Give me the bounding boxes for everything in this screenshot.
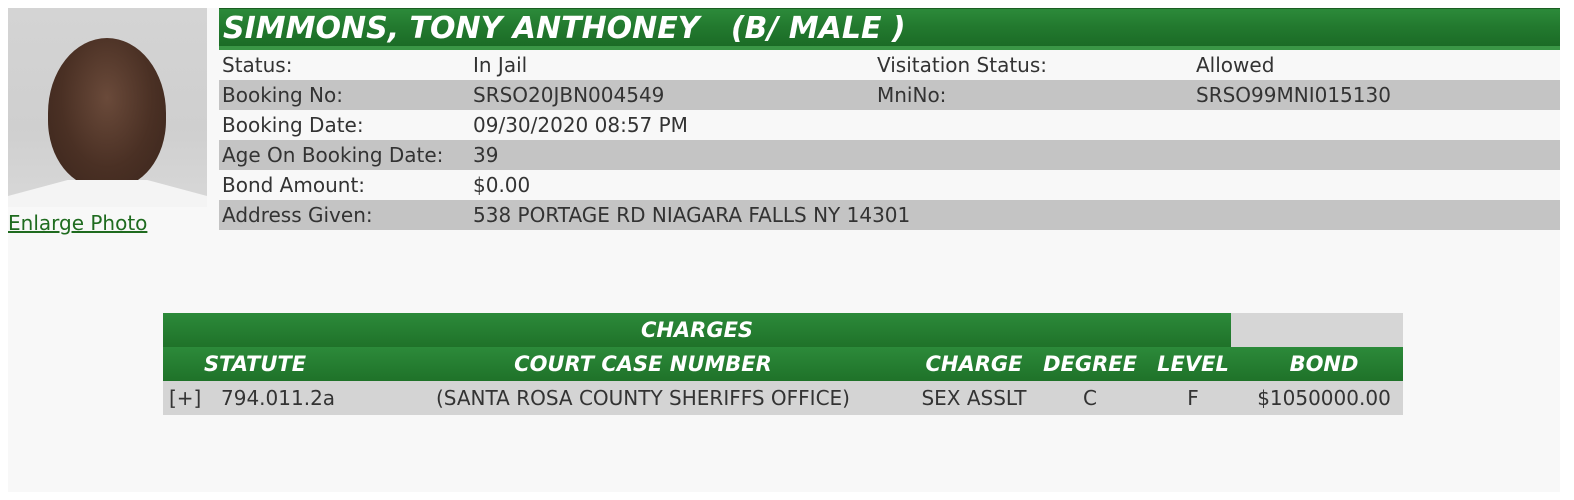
detail-row-status: Status: In Jail Visitation Status: Allow… xyxy=(219,50,1560,80)
details-panel: SIMMONS, TONY ANTHONEY (B/ MALE ) Status… xyxy=(219,8,1560,230)
bond-amount-label: Bond Amount: xyxy=(222,173,366,197)
detail-row-address: Address Given: 538 PORTAGE RD NIAGARA FA… xyxy=(219,200,1560,230)
mnino-label: MniNo: xyxy=(877,83,947,107)
booking-date-value: 09/30/2020 08:57 PM xyxy=(473,113,688,137)
status-label: Status: xyxy=(222,53,293,77)
expand-charge-toggle[interactable]: [+] xyxy=(163,386,221,410)
level-column-header: LEVEL xyxy=(1157,352,1229,376)
age-value: 39 xyxy=(473,143,499,167)
charge-cell: SEX ASSLT xyxy=(921,386,1027,410)
level-cell: F xyxy=(1187,386,1199,410)
age-label: Age On Booking Date: xyxy=(222,143,444,167)
degree-cell: C xyxy=(1083,386,1097,410)
court-case-cell: (SANTA ROSA COUNTY SHERIFFS OFFICE) xyxy=(436,386,850,410)
charges-title-spacer xyxy=(1231,313,1403,347)
visitation-value: Allowed xyxy=(1196,53,1275,77)
enlarge-photo-link[interactable]: Enlarge Photo xyxy=(8,211,147,235)
address-label: Address Given: xyxy=(222,203,373,227)
charges-title-row: CHARGES xyxy=(163,313,1403,347)
detail-row-booking-date: Booking Date: 09/30/2020 08:57 PM xyxy=(219,110,1560,140)
table-row: [+] 794.011.2a (SANTA ROSA COUNTY SHERIF… xyxy=(163,381,1403,415)
photo-panel: Enlarge Photo xyxy=(8,8,208,235)
degree-column-header: DEGREE xyxy=(1043,352,1137,376)
mugshot-photo[interactable] xyxy=(8,8,207,207)
court-case-column-header: COURT CASE NUMBER xyxy=(514,352,772,376)
bond-column-header: BOND xyxy=(1289,352,1359,376)
mnino-value: SRSO99MNI015130 xyxy=(1196,83,1391,107)
mugshot-head xyxy=(48,38,166,188)
booking-no-label: Booking No: xyxy=(222,83,343,107)
bond-amount-value: $0.00 xyxy=(473,173,531,197)
name-header: SIMMONS, TONY ANTHONEY (B/ MALE ) xyxy=(219,8,1560,50)
inmate-name: SIMMONS, TONY ANTHONEY (B/ MALE ) xyxy=(223,11,906,46)
statute-column-header: STATUTE xyxy=(203,352,307,376)
mugshot-shirt xyxy=(8,180,207,207)
address-value: 538 PORTAGE RD NIAGARA FALLS NY 14301 xyxy=(473,203,911,227)
charges-title: CHARGES xyxy=(163,313,1231,347)
bond-cell: $1050000.00 xyxy=(1257,386,1391,410)
charges-table: CHARGES STATUTE COURT CASE NUMBER CHARGE… xyxy=(163,313,1403,415)
status-value: In Jail xyxy=(473,53,528,77)
booking-no-value: SRSO20JBN004549 xyxy=(473,83,665,107)
visitation-label: Visitation Status: xyxy=(877,53,1048,77)
charge-column-header: CHARGE xyxy=(925,352,1023,376)
booking-date-label: Booking Date: xyxy=(222,113,364,137)
inmate-record: Enlarge Photo SIMMONS, TONY ANTHONEY (B/… xyxy=(8,8,1560,492)
detail-row-age: Age On Booking Date: 39 xyxy=(219,140,1560,170)
detail-row-bond: Bond Amount: $0.00 xyxy=(219,170,1560,200)
detail-row-booking-no: Booking No: SRSO20JBN004549 MniNo: SRSO9… xyxy=(219,80,1560,110)
charges-header-row: STATUTE COURT CASE NUMBER CHARGE DEGREE … xyxy=(163,347,1403,381)
statute-cell: 794.011.2a xyxy=(221,386,336,410)
